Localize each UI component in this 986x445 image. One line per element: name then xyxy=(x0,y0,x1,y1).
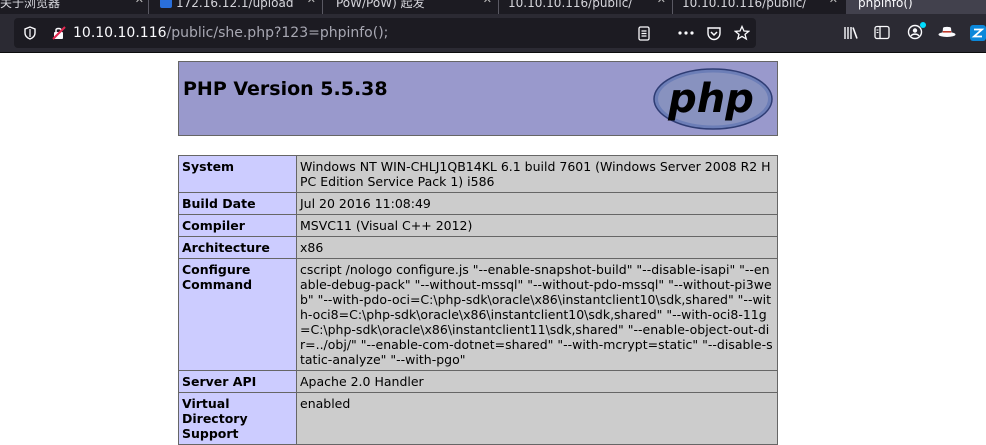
row-key: Virtual Directory Support xyxy=(178,392,297,445)
row-value: Windows NT WIN-CHLJ1QB14KL 6.1 build 760… xyxy=(296,155,778,193)
page-title: PHP Version 5.5.38 xyxy=(183,78,388,100)
extension-z-icon[interactable] xyxy=(970,25,986,41)
row-key: Server API xyxy=(178,370,297,393)
table-row: System Windows NT WIN-CHLJ1QB14KL 6.1 bu… xyxy=(178,155,778,193)
row-key: Build Date xyxy=(178,192,297,215)
tab-close-icon[interactable]: ✕ xyxy=(135,0,144,5)
favicon-icon xyxy=(160,0,172,8)
url-bar[interactable]: 10.10.10.116/public/she.php?123=phpinfo(… xyxy=(14,18,756,48)
tab-close-icon[interactable]: ✕ xyxy=(829,0,838,5)
sidebar-icon[interactable] xyxy=(874,25,890,40)
row-value: Jul 20 2016 11:08:49 xyxy=(296,192,778,215)
tab-label: phpinfo() xyxy=(858,0,913,10)
table-row: Architecture x86 xyxy=(178,236,778,259)
row-key: Architecture xyxy=(178,236,297,259)
table-row: Build Date Jul 20 2016 11:08:49 xyxy=(178,192,778,215)
tab-strip: 关于浏览器 ✕ 172.16.12.1/upload ✕ PoW/PoW) 起发… xyxy=(0,0,986,14)
row-value: x86 xyxy=(296,236,778,259)
url-text[interactable]: 10.10.10.116/public/she.php?123=phpinfo(… xyxy=(73,25,388,41)
account-notification-badge xyxy=(920,22,926,28)
reader-view-icon[interactable] xyxy=(638,26,650,41)
url-host: 10.10.10.116 xyxy=(73,25,167,41)
tab-close-icon[interactable]: ✕ xyxy=(483,0,492,5)
tab-5[interactable]: 10.10.10.116/public/ ✕ xyxy=(682,0,842,14)
row-key: Configure Command xyxy=(178,258,297,371)
table-row: Virtual Directory Support enabled xyxy=(178,392,778,445)
row-value: enabled xyxy=(296,392,778,445)
toolbar-border xyxy=(0,52,986,53)
tab-3[interactable]: PoW/PoW) 起发 ✕ xyxy=(336,0,496,14)
library-icon[interactable] xyxy=(843,25,859,41)
tab-2[interactable]: 172.16.12.1/upload ✕ xyxy=(160,0,320,14)
php-logo-text: php xyxy=(667,76,754,122)
tab-active-phpinfo[interactable]: phpinfo() xyxy=(846,0,986,14)
row-value: MSVC11 (Visual C++ 2012) xyxy=(296,214,778,237)
nav-toolbar: 10.10.10.116/public/she.php?123=phpinfo(… xyxy=(0,14,986,52)
tab-label: 172.16.12.1/upload xyxy=(176,0,294,10)
tab-label: PoW/PoW) 起发 xyxy=(336,0,425,10)
php-version-header: PHP Version 5.5.38 php xyxy=(178,61,778,136)
more-icon[interactable] xyxy=(678,31,694,35)
tab-divider xyxy=(498,0,499,14)
table-row: Configure Command cscript /nologo config… xyxy=(178,258,778,371)
extension-hat-icon[interactable] xyxy=(938,26,956,38)
tab-divider xyxy=(148,0,149,14)
php-logo-icon[interactable]: php xyxy=(653,68,773,130)
row-key: System xyxy=(178,155,297,193)
table-row: Server API Apache 2.0 Handler xyxy=(178,370,778,393)
tab-4[interactable]: 10.10.10.116/public/ ✕ xyxy=(508,0,670,14)
php-info-table: System Windows NT WIN-CHLJ1QB14KL 6.1 bu… xyxy=(178,155,778,445)
tab-label: 关于浏览器 xyxy=(0,0,61,10)
tab-close-icon[interactable]: ✕ xyxy=(657,0,666,5)
bookmark-star-icon[interactable] xyxy=(734,25,750,41)
row-value: Apache 2.0 Handler xyxy=(296,370,778,393)
insecure-lock-icon[interactable] xyxy=(52,26,66,40)
tab-label: 10.10.10.116/public/ xyxy=(508,0,633,10)
tab-1[interactable]: 关于浏览器 ✕ xyxy=(0,0,148,14)
tab-divider xyxy=(322,0,323,14)
url-path: /public/she.php?123=phpinfo(); xyxy=(166,25,389,41)
tab-divider xyxy=(672,0,673,14)
row-key: Compiler xyxy=(178,214,297,237)
tab-label: 10.10.10.116/public/ xyxy=(682,0,807,10)
row-value: cscript /nologo configure.js "--enable-s… xyxy=(296,258,778,371)
table-row: Compiler MSVC11 (Visual C++ 2012) xyxy=(178,214,778,237)
shield-icon[interactable] xyxy=(24,26,36,40)
pocket-icon[interactable] xyxy=(706,26,722,41)
tab-close-icon[interactable]: ✕ xyxy=(307,0,316,5)
